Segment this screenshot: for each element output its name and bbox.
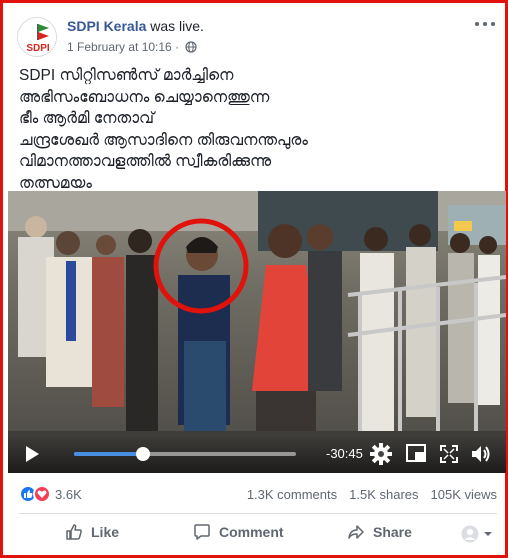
time-remaining: -30:45 — [326, 446, 363, 461]
post-actions: Like Comment Share — [19, 517, 497, 551]
progress-bar[interactable] — [74, 447, 296, 461]
engagement-counts: 1.3K comments 1.5K shares 105K views — [247, 487, 497, 502]
page-name-link[interactable]: SDPI Kerala — [67, 18, 146, 34]
post-as-selector[interactable] — [461, 525, 493, 543]
video-controls: -30:45 — [8, 435, 506, 473]
meta-separator: · — [175, 40, 180, 54]
progress-handle[interactable] — [135, 447, 150, 461]
caption-line: അഭിസംബോധനം ചെയ്യാനെത്തുന്ന — [19, 88, 270, 106]
profile-avatar-icon — [461, 525, 479, 543]
globe-icon[interactable] — [185, 41, 198, 53]
love-reaction-icon — [33, 485, 51, 503]
views-count: 105K views — [430, 487, 497, 502]
video-frame — [8, 191, 506, 473]
svg-text:SDPI: SDPI — [26, 43, 50, 54]
caption-line: SDPI സിറ്റിസൺസ് മാർച്ചിനെ — [19, 67, 234, 84]
post-date[interactable]: 1 February at 10:16 — [67, 40, 172, 54]
post-header: SDPI SDPI Kerala was live. 1 February at… — [17, 15, 497, 59]
video-player[interactable]: -30:45 — [8, 191, 506, 473]
settings-gear-icon[interactable] — [370, 443, 392, 465]
comment-button[interactable]: Comment — [193, 523, 284, 541]
fullscreen-icon[interactable] — [440, 445, 458, 463]
comments-count[interactable]: 1.3K comments — [247, 487, 337, 502]
share-button[interactable]: Share — [347, 523, 412, 541]
shares-count[interactable]: 1.5K shares — [349, 487, 418, 502]
more-options-icon[interactable] — [475, 17, 495, 31]
share-label: Share — [373, 524, 412, 540]
post-status: was live. — [150, 18, 204, 34]
post-caption: SDPI സിറ്റിസൺസ് മാർച്ചിനെ അഭിസംബോധനം ചെയ… — [19, 65, 495, 194]
page-avatar[interactable]: SDPI — [17, 17, 57, 57]
picture-in-picture-icon[interactable] — [406, 444, 426, 462]
reactions-count: 3.6K — [55, 486, 82, 502]
progress-fill — [74, 452, 143, 456]
like-label: Like — [91, 524, 120, 540]
sdpi-logo-icon: SDPI — [18, 18, 56, 56]
caption-line: ഭീം ആർമി നേതാവ് — [19, 110, 155, 127]
caption-line: ചന്ദ്രശേഖർ ആസാദിനെ തിരുവനന്തപുരം — [19, 131, 308, 149]
caption-line: വിമാനത്താവളത്തിൽ സ്വീകരിക്കുന്നു — [19, 153, 272, 170]
post-title-line: SDPI Kerala was live. — [67, 18, 204, 34]
post-frame: SDPI SDPI Kerala was live. 1 February at… — [0, 0, 508, 558]
play-icon[interactable] — [24, 445, 40, 463]
thumbs-up-icon — [66, 524, 82, 540]
post-stats: 3.6K 1.3K comments 1.5K shares 105K view… — [19, 483, 497, 505]
volume-icon[interactable] — [470, 443, 492, 465]
post-meta: 1 February at 10:16 · — [67, 40, 198, 54]
share-arrow-icon — [348, 525, 364, 539]
actions-divider — [19, 513, 497, 514]
comment-label: Comment — [219, 524, 284, 540]
comment-bubble-icon — [194, 524, 210, 540]
reactions-summary[interactable]: 3.6K — [19, 485, 82, 503]
chevron-down-icon — [484, 532, 492, 536]
like-button[interactable]: Like — [65, 523, 119, 541]
